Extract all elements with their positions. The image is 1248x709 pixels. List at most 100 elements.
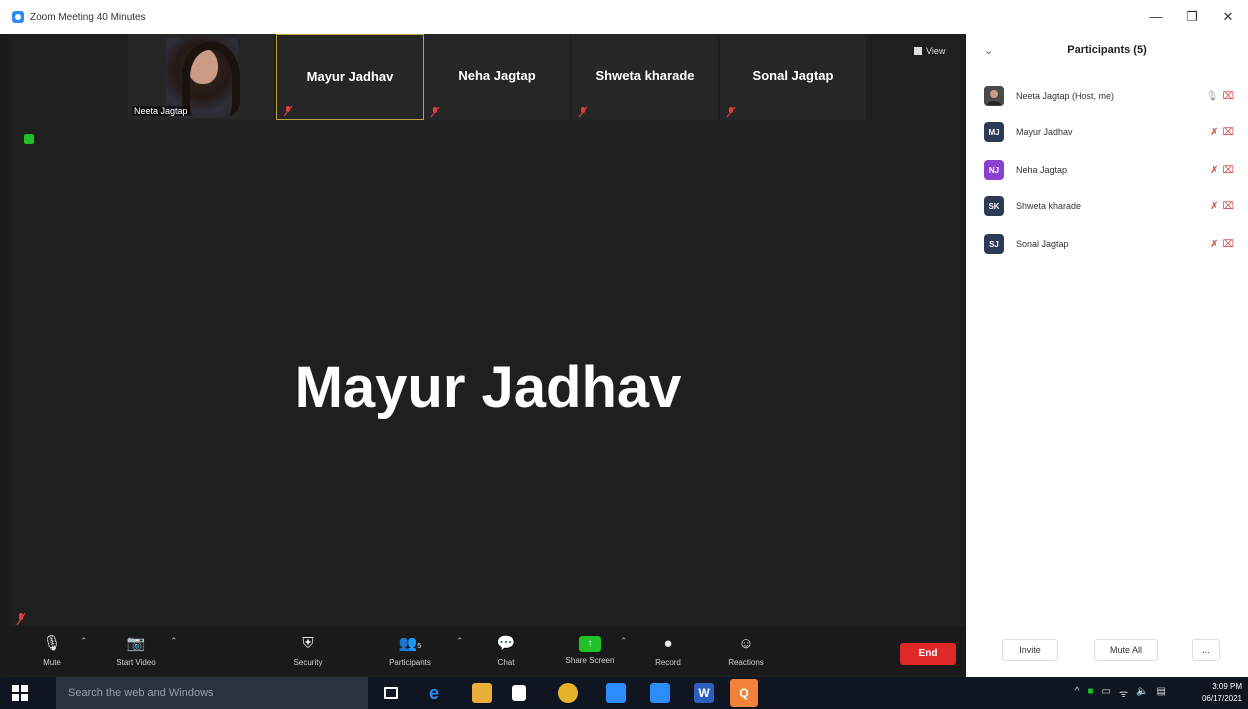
chevron-up-icon[interactable]: ⌃ [80, 636, 88, 647]
edge-browser-icon[interactable]: e [424, 683, 444, 703]
record-label: Record [655, 658, 681, 667]
participants-button[interactable]: 👥5 Participants [370, 634, 450, 667]
participant-status: ✗ ⌧ [1210, 201, 1234, 212]
video-off-icon: ⌧ [1222, 238, 1234, 250]
app-q-icon[interactable]: Q [730, 679, 758, 707]
avatar [984, 86, 1004, 106]
word-icon[interactable]: W [694, 683, 714, 703]
participants-count: 5 [417, 643, 422, 650]
participant-status: ✗ ⌧ [1210, 239, 1234, 250]
invite-button[interactable]: Invite [1002, 639, 1058, 661]
panel-footer: Invite Mute All ... [966, 639, 1248, 663]
muted-mic-icon: ✗ [1210, 126, 1219, 138]
muted-mic-icon [726, 106, 736, 118]
smiley-plus-icon: ☺ [738, 635, 754, 652]
tile-name: Mayur Jadhav [306, 69, 394, 84]
participant-row[interactable]: SJ Sonal Jagtap ✗ ⌧ [984, 232, 1234, 256]
muted-mic-icon [16, 612, 26, 626]
store-icon[interactable] [512, 685, 526, 701]
share-screen-label: Share Screen [565, 656, 615, 665]
zoom-taskbar-icon[interactable] [606, 683, 626, 703]
participant-name: Shweta kharade [1016, 201, 1082, 211]
view-label: View [926, 46, 946, 56]
muted-mic-icon [578, 106, 588, 118]
video-tile-self[interactable]: Neeta Jagtap [128, 34, 276, 120]
avatar: SK [984, 196, 1004, 216]
participants-label: Participants [389, 658, 431, 667]
security-button[interactable]: ⛨ Security [268, 634, 348, 667]
participant-name: Neha Jagtap [1016, 165, 1068, 175]
tray-app-icon[interactable]: ■ [1087, 686, 1093, 700]
zoom-meeting-taskbar-icon[interactable] [650, 683, 670, 703]
video-tile[interactable]: Mayur Jadhav [276, 34, 424, 120]
mic-icon[interactable]: 🎙 [1206, 91, 1219, 102]
tile-name: Shweta kharade [595, 68, 695, 83]
chat-label: Chat [497, 658, 515, 667]
video-off-icon: ⌧ [1222, 200, 1234, 212]
clock-time: 3:09 PM [1212, 682, 1242, 691]
file-explorer-icon[interactable] [472, 683, 492, 703]
encryption-shield-icon[interactable] [24, 134, 34, 144]
wifi-icon[interactable]: ᯤ [1119, 686, 1128, 700]
speaker-icon[interactable]: 🔈 [1136, 686, 1148, 700]
chevron-up-icon[interactable]: ⌃ [170, 636, 178, 647]
avatar: MJ [984, 122, 1004, 142]
reactions-button[interactable]: ☺ Reactions [706, 634, 786, 667]
windows-taskbar: Search the web and Windows e W Q ^ ■ ▭ ᯤ… [0, 677, 1248, 709]
minimize-button[interactable]: — [1144, 9, 1168, 24]
participant-name: Sonal Jagtap [1016, 239, 1069, 249]
participant-name: Neeta Jagtap (Host, me) [1016, 91, 1115, 101]
meeting-toolbar: 🎙 Mute ⌃ 📷 Start Video ⌃ ⛨ Security 👥5 P… [10, 626, 966, 676]
chat-bubble-icon: 💬 [496, 635, 516, 652]
muted-mic-icon: ✗ [1210, 164, 1219, 176]
muted-mic-icon [283, 105, 293, 117]
record-button[interactable]: ● Record [628, 634, 708, 667]
chat-button[interactable]: 💬 Chat [466, 634, 546, 667]
title-bar: Zoom Meeting 40 Minutes — ❐ ✕ [0, 0, 1248, 34]
reactions-label: Reactions [728, 658, 764, 667]
security-label: Security [293, 658, 323, 667]
thumbnail-strip: Neeta Jagtap Mayur Jadhav Neha Jagtap Sh… [128, 34, 868, 120]
mute-all-button[interactable]: Mute All [1094, 639, 1158, 661]
tile-name: Sonal Jagtap [752, 68, 834, 83]
notification-icon[interactable]: ▤ [1157, 686, 1166, 700]
video-tile[interactable]: Neha Jagtap [424, 34, 572, 120]
participant-status: ✗ ⌧ [1210, 127, 1234, 138]
windows-start-icon[interactable] [12, 685, 28, 701]
view-button[interactable]: View [914, 46, 945, 56]
chevron-up-icon[interactable]: ⌃ [620, 636, 628, 647]
close-button[interactable]: ✕ [1216, 9, 1240, 25]
start-video-label: Start Video [116, 658, 156, 667]
participant-row[interactable]: SK Shweta kharade ✗ ⌧ [984, 194, 1234, 218]
more-options-button[interactable]: ... [1192, 639, 1220, 661]
participant-name: Mayur Jadhav [1016, 127, 1073, 137]
muted-mic-icon: ✗ [1210, 238, 1219, 250]
participants-panel: ⌄ Participants (5) Neeta Jagtap (Host, m… [966, 34, 1248, 677]
video-off-icon: ⌧ [1222, 164, 1234, 176]
end-meeting-button[interactable]: End [900, 643, 956, 665]
tile-name: Neha Jagtap [458, 68, 536, 83]
chrome-icon[interactable] [558, 683, 578, 703]
self-name-label: Neeta Jagtap [132, 106, 190, 116]
video-tile[interactable]: Sonal Jagtap [720, 34, 868, 120]
chevron-up-icon[interactable]: ⌃ [456, 636, 464, 647]
record-icon: ● [663, 635, 673, 652]
participants-icon: 👥5 [398, 635, 422, 652]
microphone-icon: 🎙 [42, 635, 62, 652]
maximize-button[interactable]: ❐ [1180, 9, 1204, 25]
system-tray: ^ ■ ▭ ᯤ 🔈 ▤ [1075, 686, 1166, 700]
start-video-button[interactable]: 📷 Start Video [96, 634, 176, 667]
avatar: SJ [984, 234, 1004, 254]
share-screen-button[interactable]: ↑ Share Screen [550, 634, 630, 665]
battery-icon[interactable]: ▭ [1102, 686, 1111, 700]
task-view-icon[interactable] [384, 687, 398, 699]
taskbar-search-box[interactable]: Search the web and Windows [56, 677, 368, 709]
taskbar-clock[interactable]: 3:09 PM 06/17/2021 [1202, 681, 1242, 705]
video-tile[interactable]: Shweta kharade [572, 34, 720, 120]
profile-photo-icon [984, 86, 1004, 106]
participant-row[interactable]: MJ Mayur Jadhav ✗ ⌧ [984, 120, 1234, 144]
participant-row[interactable]: NJ Neha Jagtap ✗ ⌧ [984, 158, 1234, 182]
participant-row[interactable]: Neeta Jagtap (Host, me) 🎙 ⌧ [984, 84, 1234, 108]
chevron-up-icon[interactable]: ^ [1075, 686, 1080, 700]
participants-title: Participants (5) [1067, 44, 1147, 56]
